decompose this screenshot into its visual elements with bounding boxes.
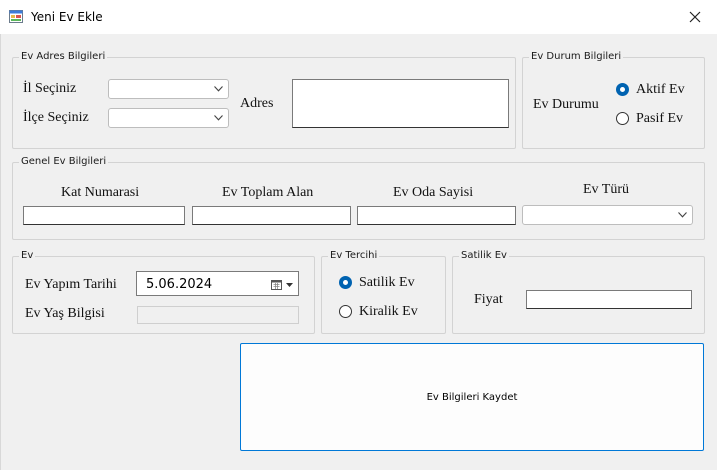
- chevron-down-icon: [678, 212, 687, 218]
- ev-oda-sayisi-label: Ev Oda Sayisi: [393, 185, 474, 200]
- date-value: 5.06.2024: [146, 277, 213, 292]
- chevron-down-icon: [214, 86, 223, 92]
- calendar-icon[interactable]: [271, 279, 282, 290]
- ev-group-title: Ev: [19, 250, 36, 262]
- kiralik-ev-label[interactable]: Kiralik Ev: [359, 304, 418, 320]
- fiyat-input[interactable]: [526, 290, 692, 309]
- adres-textarea[interactable]: [292, 79, 509, 128]
- fiyat-label: Fiyat: [474, 292, 503, 307]
- tercih-group-title: Ev Tercihi: [328, 250, 380, 262]
- aktif-ev-label[interactable]: Aktif Ev: [636, 82, 685, 98]
- il-label: İl Seçiniz: [23, 81, 77, 96]
- status-group-title: Ev Durum Bilgileri: [529, 51, 624, 63]
- radio-satilik-ev[interactable]: [339, 276, 352, 289]
- address-group-title: Ev Adres Bilgileri: [19, 51, 108, 63]
- radio-kiralik-ev[interactable]: [339, 305, 352, 318]
- il-select[interactable]: [108, 79, 229, 99]
- radio-pasif-ev[interactable]: [616, 112, 629, 125]
- ilce-select[interactable]: [108, 108, 229, 128]
- kat-numarasi-input[interactable]: [23, 206, 185, 225]
- general-group: Genel Ev Bilgileri: [12, 156, 705, 240]
- ev-yapim-tarihi-label: Ev Yapım Tarihi: [25, 277, 117, 292]
- satilik-ev-label[interactable]: Satilik Ev: [359, 275, 415, 291]
- ev-turu-label: Ev Türü: [583, 182, 630, 197]
- ev-turu-select[interactable]: [522, 205, 693, 225]
- dropdown-arrow-icon[interactable]: [286, 283, 293, 287]
- title-bar: Yeni Ev Ekle: [0, 0, 717, 34]
- chevron-down-icon: [214, 115, 223, 121]
- tercih-group: Ev Tercihi: [321, 250, 446, 334]
- pasif-ev-label[interactable]: Pasif Ev: [636, 111, 683, 127]
- ev-yas-bilgisi-input: [137, 306, 299, 324]
- general-group-title: Genel Ev Bilgileri: [19, 156, 109, 168]
- close-button[interactable]: [673, 0, 717, 34]
- window-border: [0, 34, 1, 470]
- ev-oda-sayisi-input[interactable]: [357, 206, 516, 225]
- save-button[interactable]: Ev Bilgileri Kaydet: [240, 343, 704, 451]
- radio-aktif-ev[interactable]: [616, 83, 629, 96]
- window-title: Yeni Ev Ekle: [31, 10, 103, 24]
- save-button-label: Ev Bilgileri Kaydet: [426, 391, 518, 403]
- form-icon: [9, 10, 23, 23]
- adres-label: Adres: [240, 96, 274, 111]
- close-icon: [689, 11, 701, 23]
- kat-numarasi-label: Kat Numarasi: [61, 185, 140, 200]
- ev-yas-bilgisi-label: Ev Yaş Bilgisi: [25, 306, 105, 321]
- ev-toplam-alan-input[interactable]: [192, 206, 351, 225]
- ev-durumu-label: Ev Durumu: [533, 97, 599, 112]
- ilce-label: İlçe Seçiniz: [23, 110, 89, 125]
- ev-yapim-tarihi-datepicker[interactable]: 5.06.2024: [136, 271, 299, 296]
- satilik-group-title: Satilik Ev: [459, 250, 509, 262]
- ev-toplam-alan-label: Ev Toplam Alan: [222, 185, 314, 200]
